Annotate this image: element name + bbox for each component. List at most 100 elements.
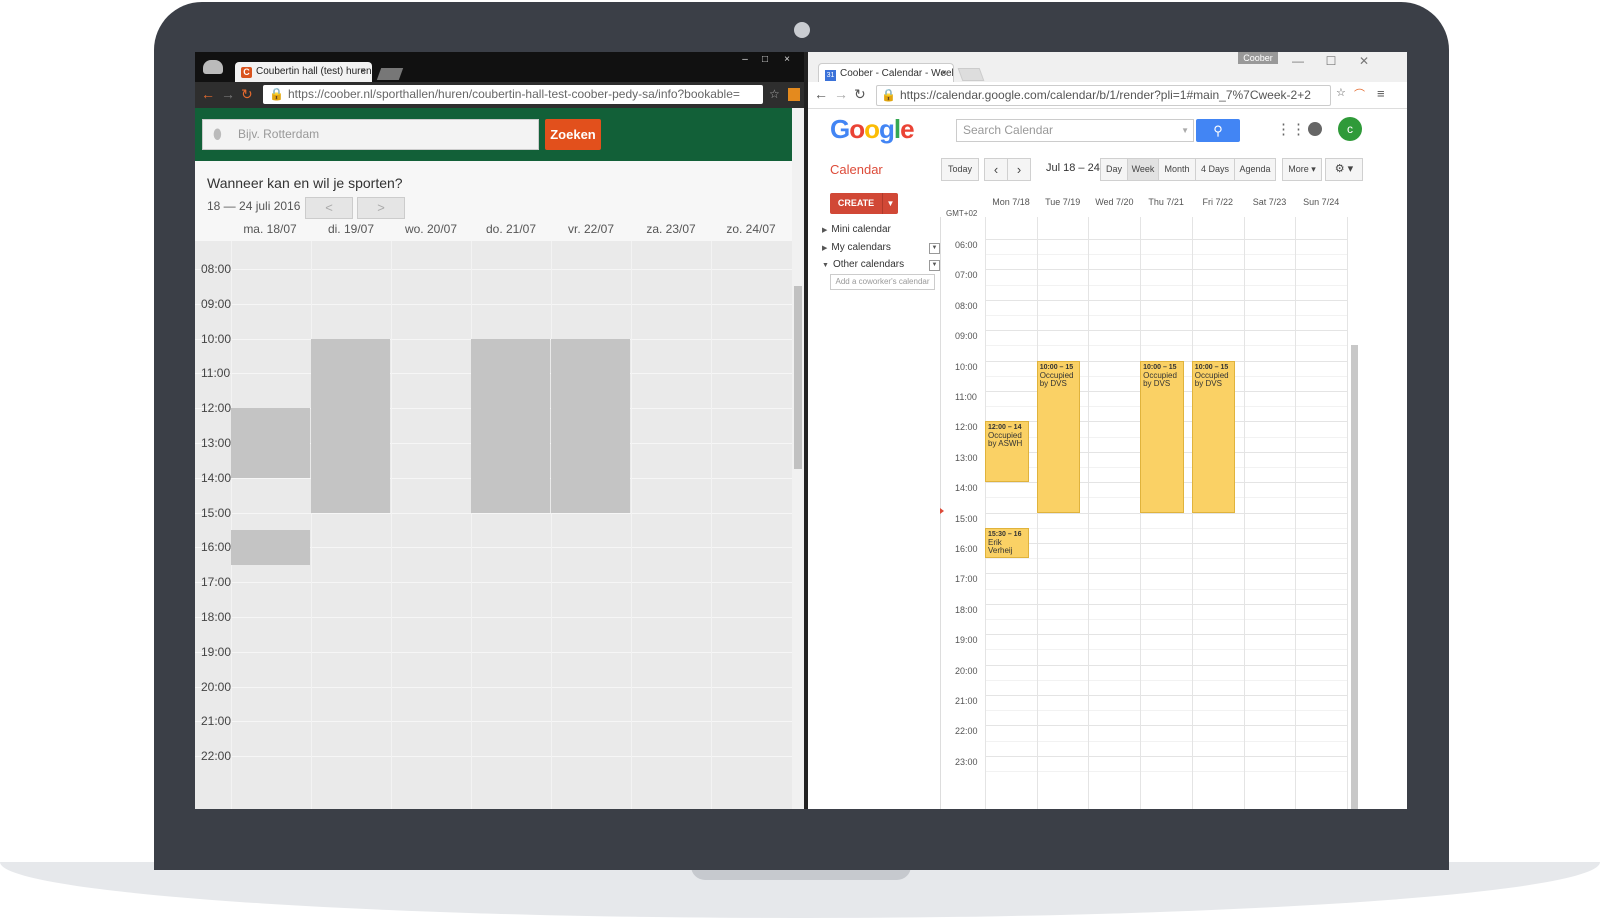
left-maximize-button[interactable]: □ bbox=[756, 54, 774, 65]
availability-grid[interactable]: 08:00 09:00 10:00 11:00 12:00 13:00 14:00 15:00… bbox=[195, 241, 792, 809]
booked-slot[interactable] bbox=[551, 338, 630, 513]
search-icon: ⚲ bbox=[1213, 123, 1223, 138]
other-calendars-menu-icon[interactable]: ▼ bbox=[929, 260, 940, 271]
left-tab-close-icon[interactable]: × bbox=[360, 62, 366, 82]
time-label: 17:00 bbox=[201, 575, 232, 590]
left-forward-icon[interactable]: → bbox=[221, 86, 235, 102]
calendar-event[interactable]: 12:00 – 14 Occupied by ASWH bbox=[985, 421, 1029, 483]
calendar-day-header[interactable]: Mon 7/18 bbox=[985, 197, 1037, 207]
calendar-time-label: 14:00 bbox=[955, 483, 978, 494]
calendar-column-line bbox=[1191, 217, 1193, 809]
left-new-tab-button[interactable] bbox=[376, 68, 404, 80]
calendar-event[interactable]: 15:30 – 16 Erik Verheij bbox=[985, 527, 1029, 559]
calendar-search-placeholder: Search Calendar bbox=[963, 123, 1054, 137]
left-star-icon[interactable]: ☆ bbox=[769, 87, 780, 101]
mini-calendar-toggle[interactable]: ▶ Mini calendar bbox=[822, 224, 891, 235]
left-scrollbar[interactable] bbox=[792, 108, 804, 809]
calendar-event[interactable]: 10:00 – 15 Occupied by DVS bbox=[1140, 360, 1184, 513]
left-close-button[interactable]: × bbox=[778, 54, 796, 65]
calendar-label[interactable]: Calendar bbox=[830, 162, 883, 177]
left-toolbar: ← → ↻ 🔒 https://coober.nl/sporthallen/hur… bbox=[195, 82, 818, 108]
calendar-time-label: 15:00 bbox=[955, 513, 978, 524]
half-hour-line bbox=[985, 527, 1347, 529]
hour-line bbox=[985, 299, 1347, 301]
other-calendars-toggle[interactable]: ▼ Other calendars bbox=[822, 259, 904, 270]
booked-slot[interactable] bbox=[471, 338, 550, 513]
calendar-time-label: 17:00 bbox=[955, 574, 978, 585]
left-address-bar[interactable]: 🔒 https://coober.nl/sporthallen/huren/cou… bbox=[263, 85, 763, 104]
extension-icon[interactable]: ⌒ bbox=[1354, 86, 1365, 102]
left-tab-coubertin[interactable]: C Coubertin hall (test) huren × bbox=[235, 62, 372, 82]
logo-letter: e bbox=[900, 114, 915, 144]
next-period-button[interactable]: › bbox=[1007, 158, 1031, 181]
right-scrollbar[interactable] bbox=[1351, 345, 1358, 809]
week-view-button[interactable]: Week bbox=[1127, 158, 1159, 181]
more-button[interactable]: More ▾ bbox=[1282, 158, 1322, 181]
right-reload-icon[interactable]: ↻ bbox=[854, 86, 866, 103]
today-button[interactable]: Today bbox=[941, 158, 979, 181]
create-dropdown-button[interactable]: ▼ bbox=[882, 193, 898, 214]
calendar-column-line bbox=[1295, 217, 1297, 809]
right-minimize-button[interactable]: — bbox=[1288, 54, 1308, 68]
expand-arrow-icon: ▶ bbox=[822, 227, 828, 234]
right-close-button[interactable]: ✕ bbox=[1354, 54, 1374, 68]
create-button[interactable]: CREATE bbox=[830, 193, 882, 214]
right-tab-bar: 31 Coober - Calendar - Week × Coober — ☐ … bbox=[808, 52, 1407, 83]
left-menu-icon[interactable] bbox=[788, 88, 800, 101]
calendar-event[interactable]: 10:00 – 15 Occupied by DVS bbox=[1036, 360, 1081, 513]
logo-letter: o bbox=[849, 114, 865, 144]
next-week-button[interactable]: > bbox=[357, 197, 405, 219]
search-dropdown-icon[interactable]: ▼ bbox=[1181, 120, 1189, 141]
right-tab-close-icon[interactable]: × bbox=[941, 64, 947, 83]
calendar-time-label: 16:00 bbox=[955, 544, 978, 554]
week-grid[interactable]: 06:00 07:00 08:00 09:00 10:00 11:00 12:00 13:00… bbox=[940, 217, 1348, 809]
location-search-placeholder: Bijv. Rotterdam bbox=[238, 127, 320, 141]
calendar-day-header[interactable]: Sat 7/23 bbox=[1244, 197, 1296, 207]
profile-badge[interactable]: Coober bbox=[1238, 52, 1278, 64]
calendar-day-header[interactable]: Wed 7/20 bbox=[1088, 197, 1140, 207]
my-calendars-menu-icon[interactable]: ▼ bbox=[929, 243, 940, 254]
booked-slot[interactable] bbox=[311, 338, 390, 513]
location-search-input[interactable]: ⬮ Bijv. Rotterdam bbox=[202, 119, 539, 150]
left-scrollbar-thumb[interactable] bbox=[794, 286, 802, 469]
calendar-search-button[interactable]: ⚲ bbox=[1196, 119, 1240, 142]
four-days-view-button[interactable]: 4 Days bbox=[1195, 158, 1235, 181]
right-menu-icon[interactable]: ≡ bbox=[1377, 86, 1385, 101]
add-coworker-calendar-input[interactable]: Add a coworker's calendar bbox=[830, 274, 935, 290]
right-new-tab-button[interactable] bbox=[957, 68, 985, 81]
calendar-event[interactable]: 10:00 – 15 Occupied by DVS bbox=[1191, 360, 1236, 513]
time-label: 16:00 bbox=[201, 540, 232, 555]
calendar-time-label: 12:00 bbox=[955, 422, 978, 433]
calendar-day-header[interactable]: Fri 7/22 bbox=[1192, 197, 1244, 207]
right-maximize-button[interactable]: ☐ bbox=[1321, 54, 1341, 68]
google-logo[interactable]: Google bbox=[830, 114, 915, 145]
agenda-view-button[interactable]: Agenda bbox=[1234, 158, 1276, 181]
calendar-day-header[interactable]: Thu 7/21 bbox=[1140, 197, 1192, 207]
day-view-button[interactable]: Day bbox=[1100, 158, 1128, 181]
half-hour-line bbox=[985, 679, 1347, 681]
right-star-icon[interactable]: ☆ bbox=[1336, 86, 1346, 99]
booked-slot[interactable] bbox=[231, 530, 310, 565]
left-minimize-button[interactable]: ‒ bbox=[736, 54, 754, 65]
account-avatar[interactable]: c bbox=[1338, 117, 1362, 141]
calendar-day-header[interactable]: Tue 7/19 bbox=[1037, 197, 1089, 207]
right-address-bar[interactable]: 🔒 https://calendar.google.com/calendar/b/… bbox=[876, 85, 1331, 106]
prev-period-button[interactable]: ‹ bbox=[984, 158, 1008, 181]
calendar-day-header[interactable]: Sun 7/24 bbox=[1295, 197, 1347, 207]
time-label: 15:00 bbox=[201, 505, 232, 520]
right-forward-icon[interactable]: → bbox=[834, 86, 848, 102]
right-tab-calendar[interactable]: 31 Coober - Calendar - Week × bbox=[818, 63, 954, 83]
zoeken-button[interactable]: Zoeken bbox=[545, 119, 601, 150]
calendar-time-label: 21:00 bbox=[955, 696, 978, 706]
prev-week-button[interactable]: < bbox=[305, 197, 353, 219]
right-back-icon[interactable]: ← bbox=[814, 86, 828, 102]
notifications-icon[interactable] bbox=[1308, 122, 1322, 136]
month-view-button[interactable]: Month bbox=[1158, 158, 1196, 181]
left-back-icon[interactable]: ← bbox=[201, 86, 215, 102]
my-calendars-toggle[interactable]: ▶ My calendars bbox=[822, 242, 891, 253]
booked-slot[interactable] bbox=[231, 408, 310, 478]
hour-line bbox=[985, 573, 1347, 575]
calendar-search-input[interactable]: Search Calendar ▼ bbox=[956, 119, 1194, 142]
settings-gear-icon[interactable]: ⚙ ▾ bbox=[1325, 158, 1363, 181]
left-reload-icon[interactable]: ↻ bbox=[241, 86, 253, 103]
